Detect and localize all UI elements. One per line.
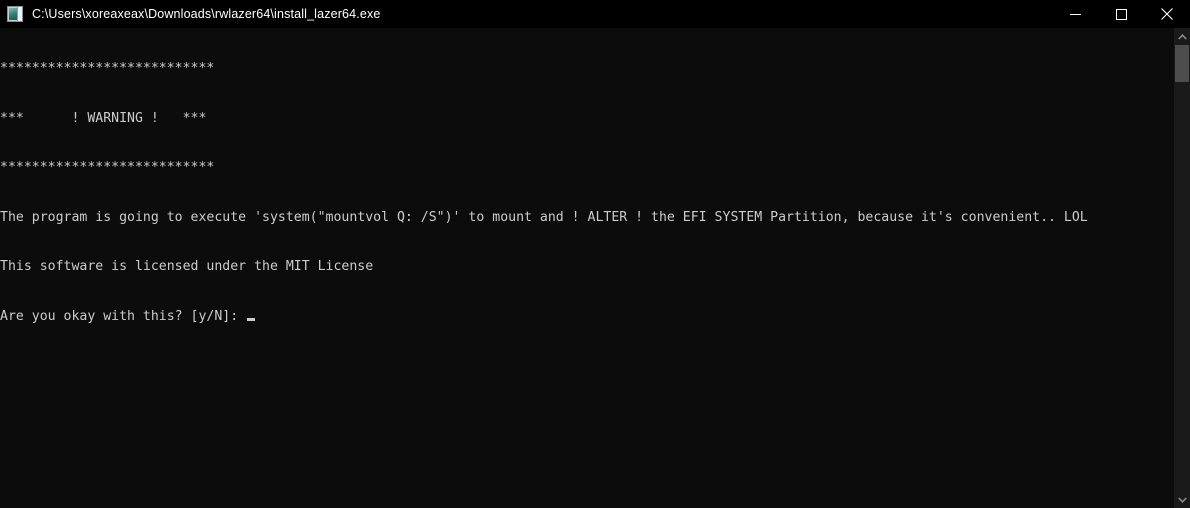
text-cursor bbox=[247, 317, 256, 321]
scroll-up-button[interactable] bbox=[1174, 28, 1190, 45]
console-prompt-text: Are you okay with this? [y/N]: bbox=[0, 308, 247, 324]
console-area[interactable]: *************************** *** ! WARNIN… bbox=[0, 28, 1190, 508]
console-window: C:\Users\xoreaxeax\Downloads\rwlazer64\i… bbox=[0, 0, 1190, 508]
minimize-button[interactable] bbox=[1052, 0, 1098, 28]
console-app-icon-screen bbox=[9, 8, 17, 20]
scrollbar-thumb[interactable] bbox=[1175, 45, 1189, 82]
console-prompt-line: Are you okay with this? [y/N]: bbox=[0, 309, 1173, 326]
console-app-icon-page bbox=[17, 7, 22, 21]
chevron-down-icon bbox=[1177, 496, 1187, 503]
scroll-down-button[interactable] bbox=[1174, 491, 1190, 508]
console-line: *************************** bbox=[0, 160, 215, 175]
maximize-icon bbox=[1115, 8, 1127, 20]
titlebar[interactable]: C:\Users\xoreaxeax\Downloads\rwlazer64\i… bbox=[0, 0, 1190, 28]
window-title: C:\Users\xoreaxeax\Downloads\rwlazer64\i… bbox=[32, 7, 381, 21]
console-app-icon bbox=[7, 6, 23, 22]
console-line: The program is going to execute 'system(… bbox=[0, 209, 1088, 225]
console-line: *************************** bbox=[0, 61, 215, 76]
scrollbar-track[interactable] bbox=[1174, 45, 1190, 491]
close-icon bbox=[1161, 8, 1173, 20]
minimize-icon bbox=[1069, 13, 1081, 15]
close-button[interactable] bbox=[1144, 0, 1190, 28]
console-output[interactable]: *************************** *** ! WARNIN… bbox=[0, 28, 1173, 508]
vertical-scrollbar[interactable] bbox=[1173, 28, 1190, 508]
console-line: *** ! WARNING ! *** bbox=[0, 110, 207, 126]
console-line: This software is licensed under the MIT … bbox=[0, 259, 374, 274]
maximize-button[interactable] bbox=[1098, 0, 1144, 28]
window-controls bbox=[1052, 0, 1190, 28]
chevron-up-icon bbox=[1177, 33, 1187, 40]
titlebar-left-group: C:\Users\xoreaxeax\Downloads\rwlazer64\i… bbox=[0, 0, 380, 28]
